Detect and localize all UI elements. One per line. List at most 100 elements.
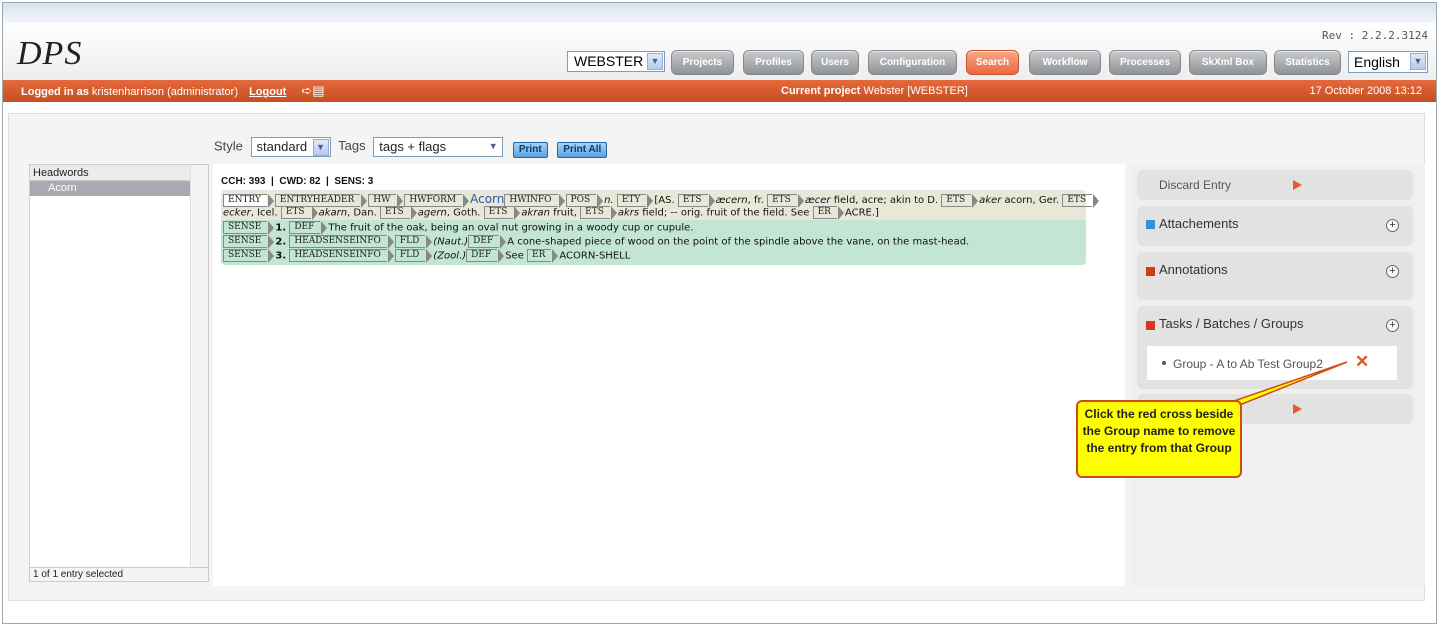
style-select[interactable]: standard ▼ [250,137,331,157]
tag-ets[interactable]: ETS [677,193,715,208]
tag-def[interactable]: DEF [466,249,505,263]
tag-headsenseinfo[interactable]: HEADSENSEINFO [289,235,394,249]
logged-in-label: Logged in as [21,86,89,98]
nav-statistics-button[interactable]: Statistics [1274,50,1341,75]
nav-processes-button[interactable]: Processes [1109,50,1181,75]
arrow-right-icon[interactable] [1293,180,1302,190]
chevron-down-icon[interactable]: ▼ [647,53,663,70]
project-select-value: WEBSTER [574,53,644,69]
print-button[interactable]: Print [512,142,548,158]
entry-line-2: ecker, Icel. ETS akarn, Dan. ETS agern, Go… [223,206,879,221]
tasks-label: Tasks / Batches / Groups [1159,316,1304,331]
entry-block: ENTRY ENTRYHEADER HW HWFORM Acorn HWINFO POS n.… [221,190,1099,265]
headwords-panel: Headwords Acorn 1 of 1 entry selected [29,164,209,582]
tag-def[interactable]: DEF [468,235,507,249]
tag-def[interactable]: DEF [289,221,328,235]
attachements-square-icon [1146,220,1155,229]
tag-ety[interactable]: ETY [616,193,653,208]
entry-view: CCH: 393 | CWD: 82 | SENS: 3 ENTRY ENTRYH… [213,164,1125,586]
tag-ets[interactable]: ETS [767,193,804,208]
tag-headsenseinfo[interactable]: HEADSENSEINFO [289,249,394,263]
nav-workflow-button[interactable]: Workflow [1029,50,1101,75]
ety-akran: akran [521,207,550,219]
chevron-down-icon[interactable]: ▼ [1410,53,1426,70]
ety-icel: , Icel. [250,207,278,219]
tag-pos[interactable]: POS [565,193,603,208]
tag-hwinfo[interactable]: HWINFO [504,193,565,208]
ety-acre: ACRE.] [844,207,879,219]
tag-sense[interactable]: SENSE [223,221,275,235]
tag-er[interactable]: ER [527,249,559,263]
sense-er: ACORN-SHELL [559,250,631,262]
ety-acorn-ger: acorn, Ger. [1001,195,1060,206]
remove-group-close-icon[interactable]: ✕ [1355,353,1369,371]
tag-fld[interactable]: FLD [394,235,433,249]
print-all-button[interactable]: Print All [557,142,608,158]
tag-ets[interactable]: ETS [1062,193,1099,208]
discard-entry-label[interactable]: Discard Entry [1159,178,1231,192]
exit-icon[interactable]: ➪▤ [301,83,324,98]
ety-fr: , fr. [747,195,764,206]
tag-sense[interactable]: SENSE [223,235,275,249]
style-select-value: standard [256,139,308,154]
tasks-square-icon [1146,321,1155,330]
nav-projects-button[interactable]: Projects [671,50,734,75]
sense-num: 3. [275,250,287,262]
help-callout: Click the red cross beside the Group nam… [1076,400,1242,478]
nav-configuration-button[interactable]: Configuration [868,50,957,75]
tag-ets[interactable]: ETS [379,206,417,220]
headword-item-acorn[interactable]: Acorn [30,181,190,196]
tag-ets[interactable]: ETS [483,206,521,220]
ety-aker: aker [979,195,1002,206]
ety-agern: agern [417,207,447,219]
ety-field-orig: field; -- orig. fruit of the field. See [639,207,810,219]
sense-num: 2. [275,236,287,248]
chevron-down-icon[interactable]: ▼ [485,139,502,156]
ety-goth: , Goth. [446,207,481,219]
tag-ets[interactable]: ETS [280,206,318,220]
language-select[interactable]: English ▼ [1348,51,1428,73]
sense-def: The fruit of the oak, being an oval nut … [328,222,694,234]
tag-entryheader[interactable]: ENTRYHEADER [274,193,368,208]
headwords-scrollbar[interactable] [190,165,208,567]
tag-hwform[interactable]: HWFORM [404,193,469,208]
tag-entry[interactable]: ENTRY [223,193,274,208]
project-select[interactable]: WEBSTER ▼ [567,51,665,72]
expand-annotations-icon[interactable]: + [1386,265,1399,278]
nav-search-button[interactable]: Search [966,50,1019,75]
chevron-down-icon[interactable]: ▼ [312,139,329,156]
tag-hw[interactable]: HW [368,193,404,208]
main-content: Style standard ▼ Tags tags + flags ▼ Pri… [8,113,1425,601]
nav-profiles-button[interactable]: Profiles [743,50,804,75]
status-bar: Logged in as kristenharrison (administra… [3,80,1436,102]
annotations-label: Annotations [1159,262,1228,277]
tag-fld[interactable]: FLD [394,249,433,263]
discard-entry-box[interactable]: Discard Entry [1137,170,1413,200]
login-info: Logged in as kristenharrison (administra… [21,80,325,103]
annotations-square-icon [1146,267,1155,276]
view-toolbar: Style standard ▼ Tags tags + flags ▼ Pri… [214,136,608,158]
tag-sense[interactable]: SENSE [223,249,275,263]
tags-label: Tags [338,138,366,154]
ety-fruit: fruit, [549,207,577,219]
username: kristenharrison (administrator) [91,86,239,98]
sense-fld: (Naut.) [433,236,469,248]
current-project-info: Current project Webster [WEBSTER] [781,80,968,102]
nav-skxmlbox-button[interactable]: SkXml Box [1189,50,1267,75]
style-label: Style [214,138,243,154]
nav-users-button[interactable]: Users [811,50,859,75]
tag-ets[interactable]: ETS [580,206,617,220]
ety-aecern: æcern [715,195,748,206]
expand-tasks-icon[interactable]: + [1386,319,1399,332]
headword-text: Acorn [470,192,505,206]
callout-pointer [1231,361,1348,407]
sense-fld: (Zool.) [433,250,467,262]
tags-select[interactable]: tags + flags ▼ [373,137,504,157]
expand-attachements-icon[interactable]: + [1386,219,1399,232]
attachements-label: Attachements [1159,216,1239,231]
ety-field-acre: field, acre; akin to D. [830,195,939,206]
sense-see: See [505,250,524,262]
tag-ets[interactable]: ETS [941,193,978,208]
tag-er[interactable]: ER [812,206,845,220]
logout-link[interactable]: Logout [249,86,286,98]
